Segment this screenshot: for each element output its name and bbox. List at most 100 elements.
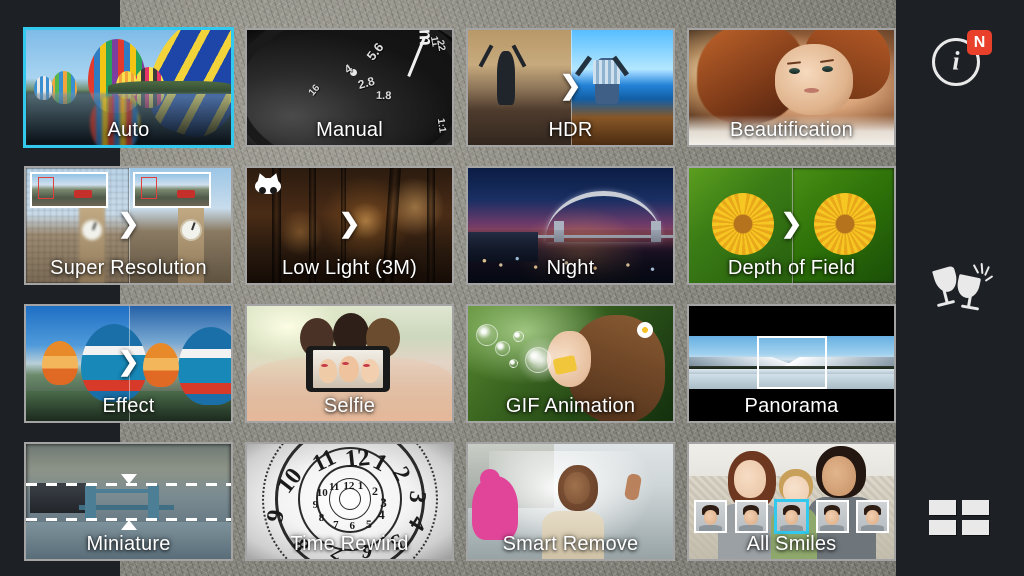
- mode-tile-effect[interactable]: ❯ Effect: [24, 304, 233, 423]
- red-bus: [74, 190, 92, 198]
- owl-head: [255, 178, 281, 194]
- clock-hand: [92, 221, 98, 230]
- glass-bowl: [932, 265, 960, 295]
- face-chip[interactable]: [694, 500, 727, 533]
- mode-tile-smart-remove[interactable]: Smart Remove: [466, 442, 675, 561]
- clock-numeral: 12: [344, 444, 372, 474]
- person-face: [734, 460, 767, 499]
- spark: [984, 266, 990, 276]
- tree-trunk: [341, 168, 347, 283]
- mode-tile-time-rewind[interactable]: 12 11 10 9 8 7 6 5 4 3 2 1 12 11 10 9 8: [245, 442, 454, 561]
- mode-tile-hdr[interactable]: ❯ HDR: [466, 28, 675, 147]
- face-selector-strip[interactable]: [694, 500, 889, 533]
- control-rail: i N: [896, 0, 1024, 576]
- clock-spiral-art: 12 11 10 9 8 7 6 5 4 3 2 1 12 11 10 9 8: [247, 444, 452, 559]
- mode-thumbnail-selfie: [247, 306, 452, 421]
- chip-shirt: [739, 524, 763, 531]
- hdr-after-half: [570, 30, 673, 145]
- person-silhouette: [496, 50, 515, 105]
- mode-thumbnail-night: [468, 168, 673, 283]
- mode-thumbnail-beautification: [689, 30, 894, 145]
- mode-thumbnail-super-resolution: ❯: [26, 168, 231, 283]
- mode-tile-night[interactable]: Night: [466, 166, 675, 285]
- bubble: [494, 340, 510, 356]
- face: [775, 43, 853, 116]
- mode-tile-all-smiles[interactable]: All Smiles: [687, 442, 896, 561]
- mode-tile-auto[interactable]: Auto: [24, 28, 233, 147]
- clock-numeral-inner: 1: [357, 479, 364, 492]
- mode-thumbnail-depth-of-field: ❯: [689, 168, 894, 283]
- face-chip-selected[interactable]: [775, 500, 808, 533]
- lips: [803, 87, 819, 93]
- clock-face: [81, 218, 104, 241]
- chip-shirt: [779, 524, 804, 531]
- chip-shirt: [698, 524, 723, 531]
- clock-numeral-inner: 10: [316, 486, 328, 499]
- clock-face: [179, 218, 202, 241]
- lips: [363, 363, 371, 367]
- clock-numeral-inner: 2: [372, 484, 379, 499]
- panorama-capture-frame: [756, 335, 827, 389]
- mode-tile-gif-animation[interactable]: GIF Animation: [466, 304, 675, 423]
- chip-shirt: [820, 524, 844, 531]
- lips: [321, 363, 329, 367]
- mode-tile-panorama[interactable]: Panorama: [687, 304, 896, 423]
- triangle-down-icon: [120, 473, 137, 484]
- mode-thumbnail-manual: 5.6 4 2.8 1.8 16 11 22 50mm 1:1: [247, 30, 452, 145]
- bright-foreground: [689, 115, 894, 145]
- info-button[interactable]: i N: [930, 30, 992, 92]
- harbour-night-art: [468, 168, 673, 283]
- crop-marker: [38, 177, 54, 199]
- lens-ratio: 1:1: [434, 117, 448, 134]
- bubble: [476, 324, 499, 347]
- clock-hand: [190, 221, 196, 230]
- mode-thumbnail-all-smiles: [689, 444, 894, 559]
- grid-cell: [962, 520, 989, 535]
- chip-face: [744, 509, 758, 525]
- portrait-art: [689, 30, 894, 145]
- face-chip[interactable]: [815, 500, 849, 533]
- mode-grid-toggle-button[interactable]: [929, 500, 991, 544]
- lens-distance-mark: 22: [434, 39, 447, 52]
- owl-eye: [270, 187, 277, 194]
- flower: [814, 193, 877, 256]
- daisy-hairclip: [636, 322, 653, 339]
- grid-cell: [929, 520, 956, 535]
- crop-marker: [140, 177, 157, 199]
- face-chip[interactable]: [734, 500, 768, 533]
- mode-thumbnail-effect: ❯: [26, 306, 231, 421]
- triangle-up-icon: [120, 519, 137, 530]
- spark: [984, 275, 994, 282]
- clock-numeral-inner: 8: [318, 512, 325, 524]
- camera-mode-screen: Auto 5.6 4 2.8 1.8 16 11 22 50mm 1: [0, 0, 1024, 576]
- mode-tile-low-light[interactable]: ❯ Low Light (3M): [245, 166, 454, 285]
- panorama-art: [689, 306, 894, 421]
- bridge-tower: [84, 485, 96, 520]
- crop-inset: [30, 172, 108, 208]
- mode-tile-beautification[interactable]: Beautification: [687, 28, 896, 147]
- balloon-icon: [81, 324, 148, 403]
- spark: [980, 262, 984, 275]
- mode-tile-manual[interactable]: 5.6 4 2.8 1.8 16 11 22 50mm 1:1 Manual: [245, 28, 454, 147]
- clock-numeral-inner: 9: [312, 499, 319, 512]
- tree-trunk: [308, 168, 316, 283]
- face: [361, 358, 380, 383]
- mode-tile-selfie[interactable]: Selfie: [245, 304, 454, 423]
- mode-tile-miniature[interactable]: Miniature: [24, 442, 233, 561]
- scene-mode-button[interactable]: [929, 262, 994, 318]
- woman-body: [541, 510, 604, 559]
- clock-numeral-inner: 4: [378, 507, 385, 523]
- flower: [711, 193, 774, 256]
- bubble: [509, 358, 518, 368]
- lens-aperture-mark: 1.8: [375, 89, 392, 103]
- chip-face: [784, 509, 799, 525]
- cheers-glasses-icon: [929, 262, 994, 318]
- face: [319, 358, 338, 383]
- mode-tile-depth-of-field[interactable]: ❯ Depth of Field: [687, 166, 896, 285]
- mode-thumbnail-gif-animation: [468, 306, 673, 421]
- mode-tile-super-resolution[interactable]: ❯ Super Resolution: [24, 166, 233, 285]
- balloon-lake-art: [26, 30, 231, 145]
- mode-thumbnail-low-light: ❯: [247, 168, 452, 283]
- face-chip[interactable]: [856, 500, 889, 533]
- woman-face: [564, 471, 591, 504]
